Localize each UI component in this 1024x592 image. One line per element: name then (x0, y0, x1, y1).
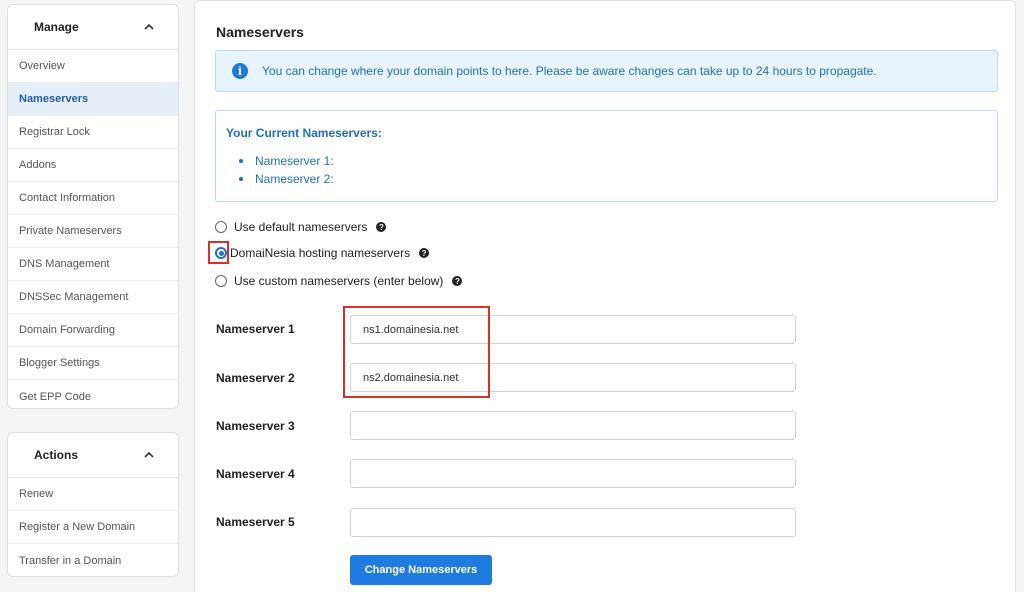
help-icon[interactable]: ? (452, 276, 463, 286)
nameserver-4-label: Nameserver 4 (216, 467, 295, 481)
info-alert: i You can change where your domain point… (215, 50, 998, 92)
nameserver-2-label: Nameserver 2 (216, 371, 295, 385)
chevron-up-icon[interactable] (142, 20, 156, 34)
current-nameservers-box: Your Current Nameservers: Nameserver 1: … (215, 110, 998, 202)
option-label[interactable]: Use custom nameservers (enter below) (234, 274, 443, 288)
nameserver-3-label: Nameserver 3 (216, 419, 295, 433)
list-item: Nameserver 2: (239, 170, 334, 188)
sidebar-item-blogger-settings[interactable]: Blogger Settings (8, 347, 178, 380)
info-alert-text: You can change where your domain points … (262, 64, 877, 78)
list-item: Nameserver 1: (239, 152, 334, 170)
sidebar-item-overview[interactable]: Overview (8, 50, 178, 83)
nameserver-5-input[interactable] (350, 508, 796, 537)
change-nameservers-button[interactable]: Change Nameservers (350, 555, 492, 585)
radio-default[interactable] (215, 221, 227, 233)
chevron-up-icon[interactable] (142, 448, 156, 462)
option-custom-nameservers[interactable]: Use custom nameservers (enter below) ? (215, 272, 463, 290)
sidebar-item-register-new-domain[interactable]: Register a New Domain (8, 511, 178, 544)
sidebar-item-private-nameservers[interactable]: Private Nameservers (8, 215, 178, 248)
manage-title: Manage (34, 20, 79, 34)
help-icon[interactable]: ? (376, 222, 387, 232)
info-icon: i (232, 63, 248, 79)
manage-header[interactable]: Manage (8, 5, 178, 50)
sidebar-item-nameservers[interactable]: Nameservers (8, 83, 178, 116)
highlight-box (208, 241, 229, 264)
manage-panel: Manage Overview Nameservers Registrar Lo… (7, 4, 179, 409)
nameserver-1-label: Nameserver 1 (216, 322, 295, 336)
sidebar-item-addons[interactable]: Addons (8, 149, 178, 182)
actions-title: Actions (34, 448, 79, 462)
option-default-nameservers[interactable]: Use default nameservers ? (215, 218, 387, 236)
sidebar-item-renew[interactable]: Renew (8, 478, 178, 511)
sidebar-item-dnssec-management[interactable]: DNSSec Management (8, 281, 178, 314)
radio-custom[interactable] (215, 275, 227, 287)
sidebar-item-get-epp-code[interactable]: Get EPP Code (8, 380, 178, 408)
sidebar-item-transfer-domain[interactable]: Transfer in a Domain (8, 544, 178, 576)
page-title: Nameservers (216, 24, 304, 40)
help-icon[interactable]: ? (419, 248, 430, 258)
sidebar-item-domain-forwarding[interactable]: Domain Forwarding (8, 314, 178, 347)
nameserver-4-input[interactable] (350, 459, 796, 488)
option-hosting-nameservers[interactable]: DomaiNesia hosting nameservers ? (215, 244, 430, 262)
option-label[interactable]: Use default nameservers (234, 220, 367, 234)
nameserver-3-input[interactable] (350, 411, 796, 440)
sidebar-item-dns-management[interactable]: DNS Management (8, 248, 178, 281)
highlight-box (343, 306, 490, 398)
option-label[interactable]: DomaiNesia hosting nameservers (230, 246, 410, 260)
current-nameservers-title: Your Current Nameservers: (226, 126, 382, 140)
actions-header[interactable]: Actions (8, 433, 178, 478)
sidebar-item-registrar-lock[interactable]: Registrar Lock (8, 116, 178, 149)
actions-panel: Actions Renew Register a New Domain Tran… (7, 432, 179, 577)
sidebar-item-contact-information[interactable]: Contact Information (8, 182, 178, 215)
nameserver-5-label: Nameserver 5 (216, 515, 295, 529)
nameservers-panel: Nameservers i You can change where your … (194, 0, 1016, 592)
current-nameservers-list: Nameserver 1: Nameserver 2: (239, 152, 334, 188)
